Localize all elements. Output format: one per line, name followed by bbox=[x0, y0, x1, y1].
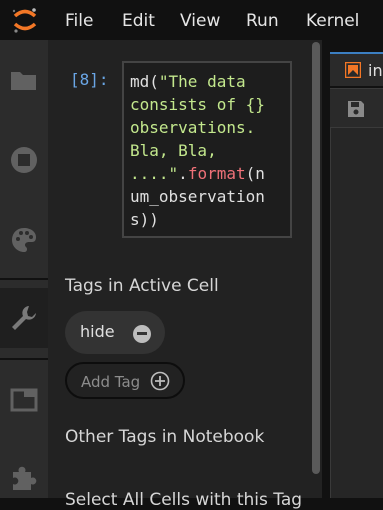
sidebar-divider bbox=[0, 358, 48, 360]
notebook-body bbox=[330, 128, 383, 498]
notebook-tab[interactable]: in bbox=[330, 52, 383, 86]
notebook-toolbar bbox=[330, 88, 383, 128]
tag-chip-hide[interactable]: hide bbox=[65, 311, 165, 354]
folder-icon bbox=[11, 72, 36, 90]
file-browser-tab[interactable] bbox=[0, 50, 48, 110]
cell-prompt: [8]: bbox=[70, 70, 109, 89]
save-icon[interactable] bbox=[347, 100, 365, 118]
notebook-icon bbox=[345, 62, 361, 78]
sidebar-divider bbox=[0, 278, 48, 280]
code-token: s)) bbox=[130, 210, 159, 229]
code-line: md("The data bbox=[130, 70, 284, 93]
menu-file[interactable]: File bbox=[65, 10, 93, 32]
add-circle-icon bbox=[150, 371, 170, 391]
menu-kernel[interactable]: Kernel bbox=[306, 10, 359, 32]
code-token: ...." bbox=[130, 164, 179, 183]
code-token: Bla, Bla, bbox=[130, 141, 217, 160]
tools-tab[interactable] bbox=[0, 288, 48, 348]
extensions-tab[interactable] bbox=[0, 448, 48, 508]
code-line: Bla, Bla, bbox=[130, 139, 284, 162]
code-token: md( bbox=[130, 72, 159, 91]
puzzle-icon bbox=[13, 466, 37, 490]
code-token: um_observation bbox=[130, 187, 265, 206]
code-line: ....".format(n bbox=[130, 162, 284, 185]
code-token: observations. bbox=[130, 118, 256, 137]
code-token: (n bbox=[245, 164, 265, 183]
jupyter-logo-icon[interactable] bbox=[10, 5, 40, 35]
menu-edit[interactable]: Edit bbox=[122, 10, 155, 32]
tag-label: hide bbox=[80, 322, 115, 341]
code-cell-editor[interactable]: md("The data consists of {} observations. B… bbox=[122, 61, 292, 238]
add-tag-label: Add Tag bbox=[81, 373, 141, 391]
wrench-icon bbox=[12, 306, 36, 330]
palette-icon bbox=[12, 228, 36, 252]
panel-scrollbar-thumb[interactable] bbox=[312, 42, 320, 474]
running-tab[interactable] bbox=[0, 130, 48, 190]
notebook-tab-label: in bbox=[368, 61, 383, 80]
left-sidebar bbox=[0, 40, 48, 498]
add-tag-button[interactable]: Add Tag bbox=[65, 362, 185, 399]
code-token: consists of {} bbox=[130, 95, 265, 114]
code-token: format bbox=[187, 164, 246, 183]
active-tags-heading: Tags in Active Cell bbox=[65, 276, 219, 296]
remove-tag-icon[interactable] bbox=[133, 325, 151, 343]
menu-bar: File Edit View Run Kernel bbox=[0, 0, 383, 40]
select-all-cells-heading: Select All Cells with this Tag bbox=[65, 490, 303, 510]
stop-circle-icon bbox=[11, 147, 37, 173]
property-inspector-tab[interactable] bbox=[0, 210, 48, 270]
code-token: . bbox=[178, 164, 188, 183]
tab-icon bbox=[10, 388, 38, 412]
code-line: observations. bbox=[130, 116, 284, 139]
menu-view[interactable]: View bbox=[180, 10, 220, 32]
code-line: um_observation bbox=[130, 185, 284, 208]
other-tags-heading: Other Tags in Notebook bbox=[65, 427, 265, 447]
code-line: s)) bbox=[130, 208, 284, 231]
menu-run[interactable]: Run bbox=[246, 10, 279, 32]
code-line: consists of {} bbox=[130, 93, 284, 116]
code-token: "The data bbox=[158, 72, 246, 91]
tabs-tab[interactable] bbox=[0, 370, 48, 430]
